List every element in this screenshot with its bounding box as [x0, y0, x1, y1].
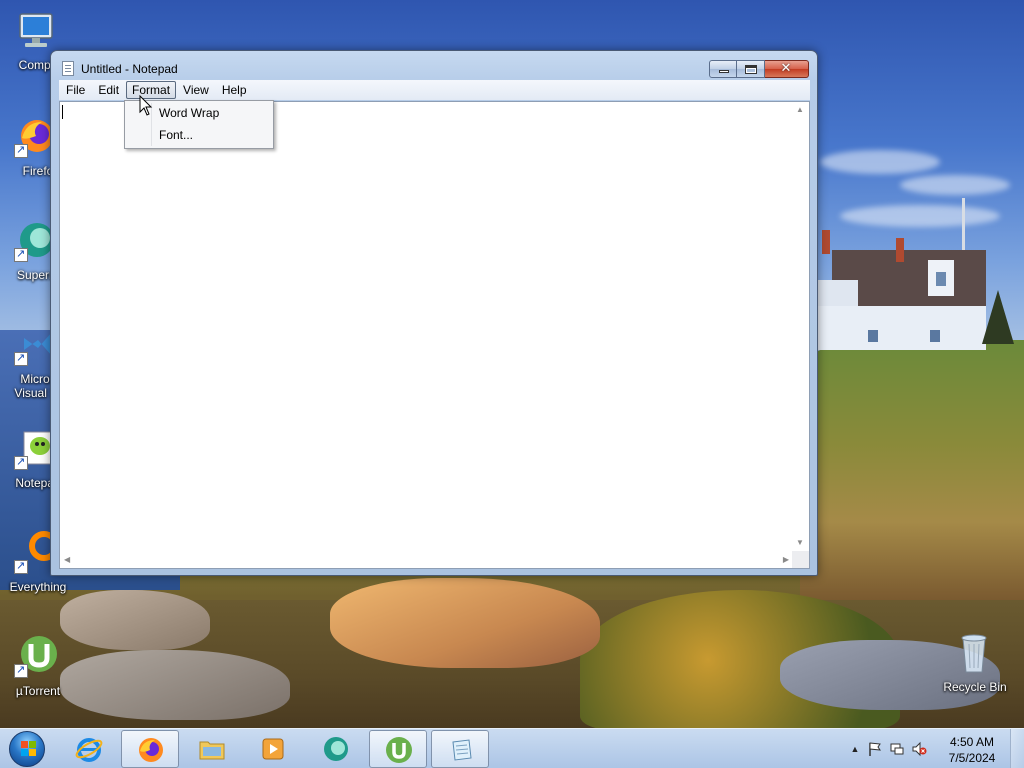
action-center-flag-icon[interactable]	[867, 741, 883, 757]
taskbar-internet-explorer[interactable]	[60, 730, 118, 768]
scroll-up-arrow-icon[interactable]: ▲	[796, 105, 804, 114]
maximize-button[interactable]	[737, 60, 765, 78]
clock-time: 4:50 AM	[949, 735, 995, 749]
minimize-icon	[719, 70, 729, 73]
start-button[interactable]	[6, 730, 48, 768]
hill	[800, 340, 1024, 600]
media-player-icon	[259, 735, 287, 763]
shortcut-arrow-icon	[14, 663, 28, 678]
windows-orb-icon	[9, 731, 45, 767]
menu-edit[interactable]: Edit	[92, 81, 125, 99]
menu-help[interactable]: Help	[216, 81, 253, 99]
desktop-icon-label: Everything	[9, 580, 67, 594]
scrollbar-corner	[792, 551, 809, 568]
desktop-icon-label: µTorrent	[15, 684, 61, 698]
internet-explorer-icon	[75, 735, 103, 763]
mouse-pointer-icon	[139, 94, 155, 117]
maximize-icon	[745, 65, 757, 74]
notepad-app-icon[interactable]	[62, 61, 74, 76]
computer-icon	[14, 10, 60, 56]
recycle-bin-icon	[951, 630, 997, 676]
taskbar-file-explorer[interactable]	[183, 730, 241, 768]
cloud	[820, 150, 940, 174]
windows-logo-icon	[21, 741, 37, 757]
shortcut-arrow-icon	[14, 455, 28, 470]
desktop-icon-utorrent[interactable]: µTorrent	[0, 634, 76, 714]
taskbar-utorrent[interactable]	[369, 730, 427, 768]
file-explorer-icon	[198, 735, 226, 763]
rock	[60, 590, 210, 650]
lighthouse-house	[818, 230, 986, 350]
firefox-icon	[137, 736, 165, 764]
show-hidden-icons-chevron-icon[interactable]: ▲	[847, 741, 863, 757]
menu-item-font[interactable]: Font...	[127, 125, 271, 146]
cloud	[840, 205, 1000, 227]
shortcut-arrow-icon	[14, 559, 28, 574]
network-icon[interactable]	[889, 741, 905, 757]
shortcut-arrow-icon	[14, 143, 28, 158]
text-caret	[62, 105, 63, 119]
menu-view[interactable]: View	[177, 81, 215, 99]
scroll-right-arrow-icon[interactable]: ▶	[783, 555, 789, 564]
desktop-icon-recycle-bin[interactable]: Recycle Bin	[937, 630, 1013, 710]
close-icon: ✕	[780, 60, 792, 75]
shortcut-arrow-icon	[14, 351, 28, 366]
rock	[60, 650, 290, 720]
text-editor-area[interactable]: ▲ ▼ ◀ ▶	[59, 101, 810, 569]
utorrent-icon	[385, 736, 413, 764]
taskbar-notepad[interactable]	[431, 730, 489, 768]
taskbar-firefox[interactable]	[121, 730, 179, 768]
shortcut-arrow-icon	[14, 247, 28, 262]
scroll-left-arrow-icon[interactable]: ◀	[64, 555, 70, 564]
desktop-icon-label: Recycle Bin	[943, 680, 1007, 694]
cloud	[900, 175, 1010, 195]
taskbar-clock[interactable]: 4:50 AM 7/5/2024	[942, 734, 1002, 766]
rock	[330, 578, 600, 668]
pine-tree	[982, 290, 1014, 344]
minimize-button[interactable]	[709, 60, 737, 78]
volume-muted-icon[interactable]	[911, 741, 927, 757]
horizontal-scrollbar[interactable]: ◀ ▶	[60, 551, 793, 568]
menu-bar: File Edit Format View Help	[59, 80, 810, 100]
clock-date: 7/5/2024	[948, 751, 996, 765]
window-title: Untitled - Notepad	[81, 62, 178, 76]
scroll-down-arrow-icon[interactable]: ▼	[796, 538, 804, 547]
system-tray: ▲ 4:50 AM 7/5/2024	[839, 729, 1024, 768]
close-button[interactable]: ✕	[765, 60, 809, 78]
menu-file[interactable]: File	[60, 81, 91, 99]
taskbar-media-player[interactable]	[244, 730, 302, 768]
show-desktop-button[interactable]	[1010, 729, 1024, 768]
caption-buttons: ✕	[709, 60, 809, 78]
notepad-icon	[447, 736, 475, 764]
vertical-scrollbar[interactable]: ▲ ▼	[792, 102, 809, 550]
taskbar: ▲ 4:50 AM 7/5/2024	[0, 728, 1024, 768]
supermium-icon	[322, 735, 350, 763]
taskbar-supermium[interactable]	[307, 730, 365, 768]
